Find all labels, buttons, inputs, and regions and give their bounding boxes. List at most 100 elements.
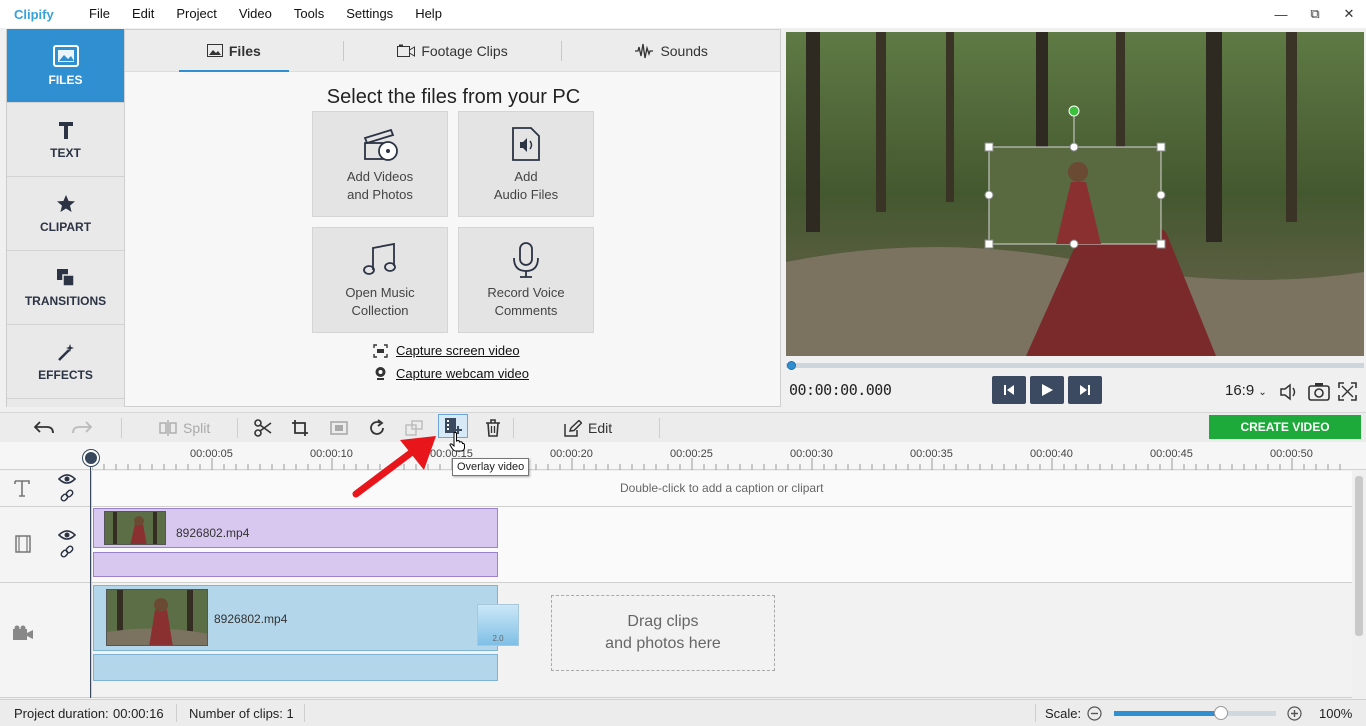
ruler-tick-label: 00:00:40 xyxy=(1030,448,1073,460)
menu-settings[interactable]: Settings xyxy=(335,0,404,28)
play-button[interactable] xyxy=(1030,376,1064,404)
record-voice-comments-button[interactable]: Record Voice Comments xyxy=(458,227,594,333)
skip-back-icon xyxy=(1004,385,1014,395)
window-controls: — ⧉ ✕ xyxy=(1264,0,1366,28)
tab-files[interactable]: Files xyxy=(125,30,343,72)
text-track-header xyxy=(0,471,92,507)
link-icon[interactable] xyxy=(60,489,74,503)
status-divider xyxy=(304,704,305,722)
preview-controls: 00:00:00.000 16:9 ⌄ xyxy=(786,358,1364,410)
overlay-track-header xyxy=(0,507,92,583)
toolbar-divider xyxy=(121,418,122,438)
overlay-clip-name: 8926802.mp4 xyxy=(176,526,250,540)
status-divider xyxy=(176,704,177,722)
sidebar-item-clipart[interactable]: CLIPART xyxy=(7,177,124,251)
volume-icon[interactable] xyxy=(1279,383,1299,401)
transition-thumbnail[interactable]: 2.0 xyxy=(477,604,519,646)
caption-hint: Double-click to add a caption or clipart xyxy=(620,481,824,495)
scale-slider-knob[interactable] xyxy=(1213,706,1228,720)
menu-video[interactable]: Video xyxy=(228,0,283,28)
scissors-icon[interactable] xyxy=(254,419,272,437)
minimize-icon[interactable]: — xyxy=(1264,0,1298,28)
tab-sounds[interactable]: Sounds xyxy=(562,30,780,72)
split-button[interactable]: Split xyxy=(159,418,210,438)
film-strip-icon xyxy=(15,535,31,553)
duration-label: Project duration: xyxy=(14,706,109,721)
redo-icon[interactable] xyxy=(72,420,92,436)
waveform-icon xyxy=(635,43,654,58)
close-icon[interactable]: ✕ xyxy=(1332,0,1366,28)
timeline-vertical-scrollbar[interactable] xyxy=(1352,470,1366,698)
duration-value: 00:00:16 xyxy=(113,706,164,721)
sidebar-item-text[interactable]: TEXT xyxy=(7,103,124,177)
link-icon[interactable] xyxy=(60,545,74,559)
pencil-icon xyxy=(564,419,582,437)
text-track-icon xyxy=(14,480,30,497)
previous-frame-button[interactable] xyxy=(992,376,1026,404)
main-video-clip[interactable]: 8926802.mp4 xyxy=(93,585,498,651)
video-track-header xyxy=(0,583,92,698)
capture-screen-link[interactable]: Capture screen video xyxy=(373,343,520,358)
playhead-handle[interactable] xyxy=(83,450,99,466)
overlay-clip-thumbnail xyxy=(104,511,166,545)
add-videos-photos-button[interactable]: Add Videos and Photos xyxy=(312,111,448,217)
eye-icon[interactable] xyxy=(58,473,76,485)
sidebar-item-label: FILES xyxy=(48,72,83,87)
preview-seek-knob[interactable] xyxy=(787,361,796,370)
sidebar-item-label: EFFECTS xyxy=(38,367,93,382)
image-icon xyxy=(52,44,79,67)
menu-file[interactable]: File xyxy=(78,0,121,28)
sidebar-item-transitions[interactable]: TRANSITIONS xyxy=(7,251,124,325)
aspect-fit-icon[interactable] xyxy=(330,420,348,436)
main-audio-clip[interactable] xyxy=(93,654,498,681)
add-audio-files-button[interactable]: Add Audio Files xyxy=(458,111,594,217)
panel-title: Select the files from your PC xyxy=(326,86,581,108)
split-icon xyxy=(159,420,177,436)
sidebar-item-effects[interactable]: EFFECTS xyxy=(7,325,124,399)
files-tabs: Files Footage Clips Sounds xyxy=(125,30,780,72)
preview-timecode: 00:00:00.000 xyxy=(789,381,892,399)
ruler-tick-label: 00:00:25 xyxy=(670,448,713,460)
crop-icon[interactable] xyxy=(291,419,309,437)
restore-icon[interactable]: ⧉ xyxy=(1298,0,1332,28)
sidebar-item-files[interactable]: FILES xyxy=(7,29,132,103)
aspect-ratio-select[interactable]: 16:9 ⌄ xyxy=(1225,382,1267,399)
ruler-tick-label: 00:00:10 xyxy=(310,448,353,460)
eye-icon[interactable] xyxy=(58,529,76,541)
menu-project[interactable]: Project xyxy=(165,0,227,28)
scrollbar-thumb[interactable] xyxy=(1355,476,1363,636)
star-icon xyxy=(56,194,75,212)
playhead-line xyxy=(90,466,91,698)
scale-label: Scale: xyxy=(1045,706,1082,721)
video-preview[interactable] xyxy=(786,32,1364,356)
left-sidebar: FILES TEXT CLIPART TRANSITIONS EFFECTS xyxy=(6,29,132,407)
image-icon xyxy=(206,44,223,57)
open-music-collection-button[interactable]: Open Music Collection xyxy=(312,227,448,333)
fullscreen-icon[interactable] xyxy=(1338,382,1357,401)
tab-footage-clips[interactable]: Footage Clips xyxy=(344,30,562,72)
sidebar-item-label: CLIPART xyxy=(39,219,92,234)
clip-drop-zone[interactable]: Drag clips and photos here xyxy=(551,595,775,671)
chevron-down-icon: ⌄ xyxy=(1258,387,1267,398)
audio-file-icon xyxy=(512,127,540,161)
overlay-audio-clip[interactable] xyxy=(93,552,498,577)
menu-edit[interactable]: Edit xyxy=(121,0,165,28)
overlay-clip[interactable]: 8926802.mp4 xyxy=(93,508,498,548)
status-bar: Project duration: 00:00:16 Number of cli… xyxy=(0,699,1366,726)
snapshot-camera-icon[interactable] xyxy=(1308,382,1330,401)
create-video-button[interactable]: CREATE VIDEO xyxy=(1209,415,1361,439)
scale-slider[interactable] xyxy=(1114,706,1276,720)
trash-icon[interactable] xyxy=(485,419,501,437)
zoom-in-icon[interactable] xyxy=(1287,706,1302,721)
ruler-tick-label: 00:00:20 xyxy=(550,448,593,460)
preview-seek-bar[interactable] xyxy=(786,363,1364,368)
menu-help[interactable]: Help xyxy=(404,0,453,28)
zoom-out-icon[interactable] xyxy=(1087,706,1102,721)
undo-icon[interactable] xyxy=(34,420,54,436)
screen-capture-icon xyxy=(373,343,388,358)
menu-tools[interactable]: Tools xyxy=(283,0,335,28)
next-frame-button[interactable] xyxy=(1068,376,1102,404)
capture-webcam-link[interactable]: Capture webcam video xyxy=(373,366,529,381)
edit-button[interactable]: Edit xyxy=(564,418,612,438)
clip-count: Number of clips: 1 xyxy=(189,706,294,721)
